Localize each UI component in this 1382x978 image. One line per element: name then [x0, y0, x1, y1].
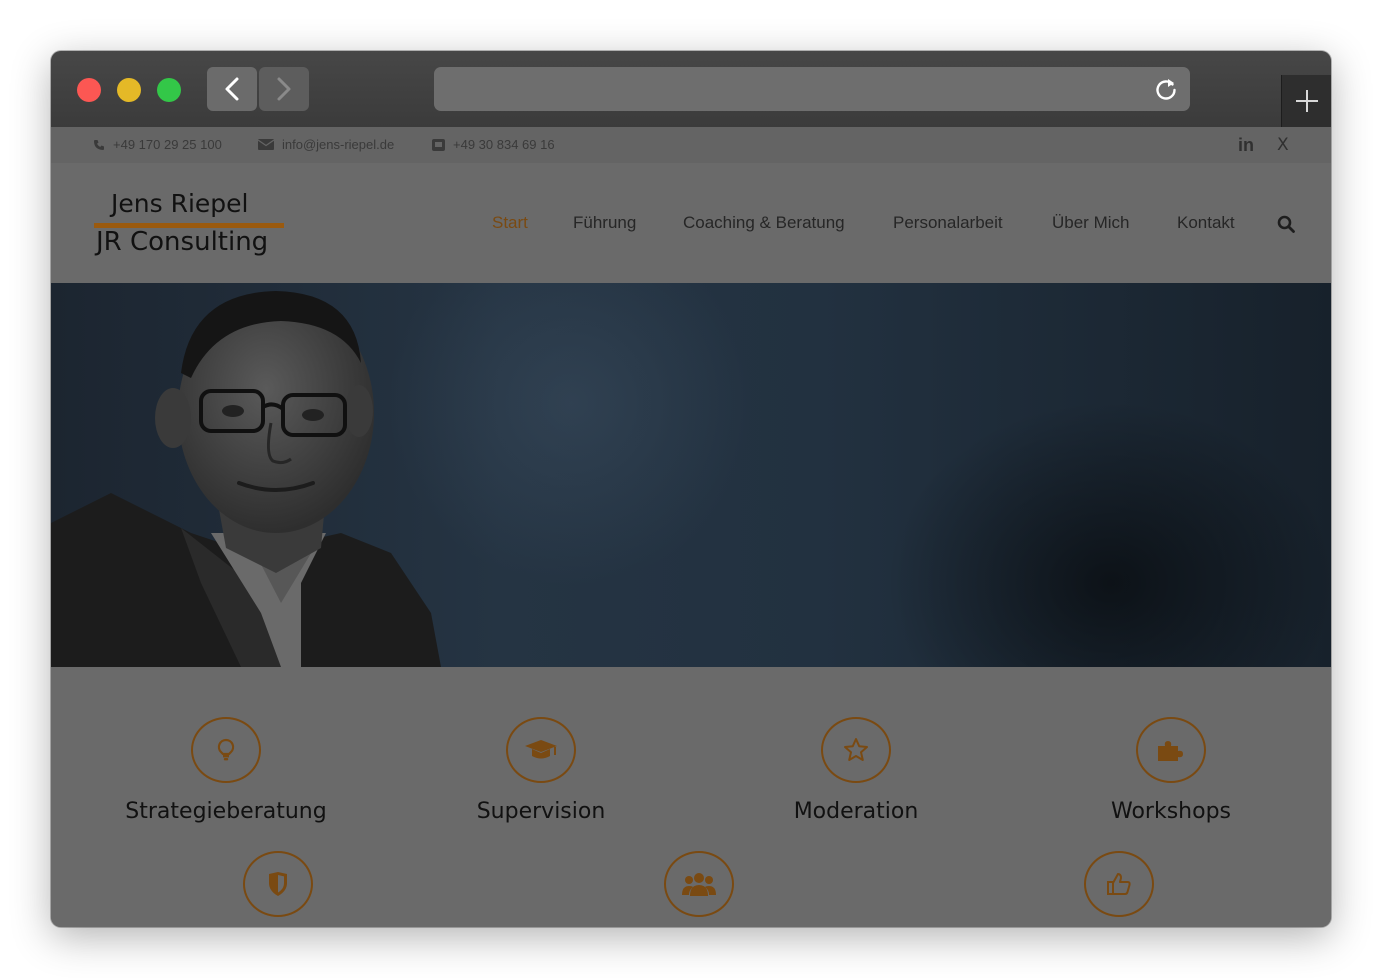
service-workshops-icon-button[interactable]	[1136, 717, 1206, 783]
plus-icon	[1296, 90, 1318, 112]
address-bar[interactable]	[434, 67, 1190, 111]
service-workshops-label[interactable]: Workshops	[1111, 799, 1231, 824]
new-tab-button[interactable]	[1281, 75, 1331, 127]
users-icon	[682, 873, 716, 896]
fax-contact[interactable]: +49 30 834 69 16	[432, 137, 555, 152]
lightbulb-icon	[217, 738, 235, 761]
fax-icon	[432, 138, 445, 151]
services-section: Strategieberatung Supervision Moderation	[51, 667, 1331, 927]
envelope-icon	[258, 139, 274, 150]
logo-company: JR Consulting	[96, 227, 269, 257]
browser-window: +49 170 29 25 100 info@jens-riepel.de +4…	[51, 51, 1331, 927]
nav-start[interactable]: Start	[492, 213, 528, 233]
shield-icon	[269, 872, 287, 896]
service-shield-icon-button[interactable]	[243, 851, 313, 917]
star-icon	[844, 738, 868, 761]
hero-banner	[51, 283, 1331, 667]
puzzle-icon	[1158, 741, 1183, 761]
nav-personalarbeit[interactable]: Personalarbeit	[893, 213, 1003, 233]
portrait-image	[51, 291, 441, 667]
graduation-cap-icon	[525, 740, 557, 759]
zoom-window-button[interactable]	[157, 78, 181, 102]
service-moderation-icon-button[interactable]	[821, 717, 891, 783]
site-header: Jens Riepel JR Consulting Start Führung …	[51, 163, 1331, 284]
web-page: +49 170 29 25 100 info@jens-riepel.de +4…	[51, 127, 1331, 927]
browser-toolbar	[51, 51, 1331, 128]
logo-name: Jens Riepel	[111, 189, 249, 218]
xing-link[interactable]: X	[1277, 135, 1289, 155]
minimize-window-button[interactable]	[117, 78, 141, 102]
service-moderation-label[interactable]: Moderation	[794, 799, 919, 824]
nav-coaching-beratung[interactable]: Coaching & Beratung	[683, 213, 845, 233]
nav-fuehrung[interactable]: Führung	[573, 213, 636, 233]
nav-kontakt[interactable]: Kontakt	[1177, 213, 1235, 233]
email-contact[interactable]: info@jens-riepel.de	[258, 137, 394, 152]
thumbs-up-icon	[1107, 873, 1131, 895]
email-address: info@jens-riepel.de	[282, 137, 395, 152]
service-strategieberatung-label[interactable]: Strategieberatung	[125, 799, 326, 824]
nav-ueber-mich[interactable]: Über Mich	[1052, 213, 1129, 233]
phone-number: +49 170 29 25 100	[113, 137, 222, 152]
phone-icon	[94, 139, 104, 150]
service-supervision-label[interactable]: Supervision	[477, 799, 606, 824]
contact-bar: +49 170 29 25 100 info@jens-riepel.de +4…	[51, 127, 1331, 163]
reload-icon[interactable]	[1152, 75, 1180, 103]
fax-number: +49 30 834 69 16	[453, 137, 555, 152]
search-icon[interactable]	[1277, 215, 1295, 233]
service-strategieberatung-icon-button[interactable]	[191, 717, 261, 783]
phone-contact[interactable]: +49 170 29 25 100	[93, 137, 222, 152]
service-team-icon-button[interactable]	[664, 851, 734, 917]
chevron-left-icon	[225, 77, 239, 101]
linkedin-link[interactable]: in	[1238, 135, 1254, 156]
close-window-button[interactable]	[77, 78, 101, 102]
service-supervision-icon-button[interactable]	[506, 717, 576, 783]
forward-button[interactable]	[259, 67, 309, 111]
chevron-right-icon	[277, 77, 291, 101]
back-button[interactable]	[207, 67, 257, 111]
service-thumbs-up-icon-button[interactable]	[1084, 851, 1154, 917]
